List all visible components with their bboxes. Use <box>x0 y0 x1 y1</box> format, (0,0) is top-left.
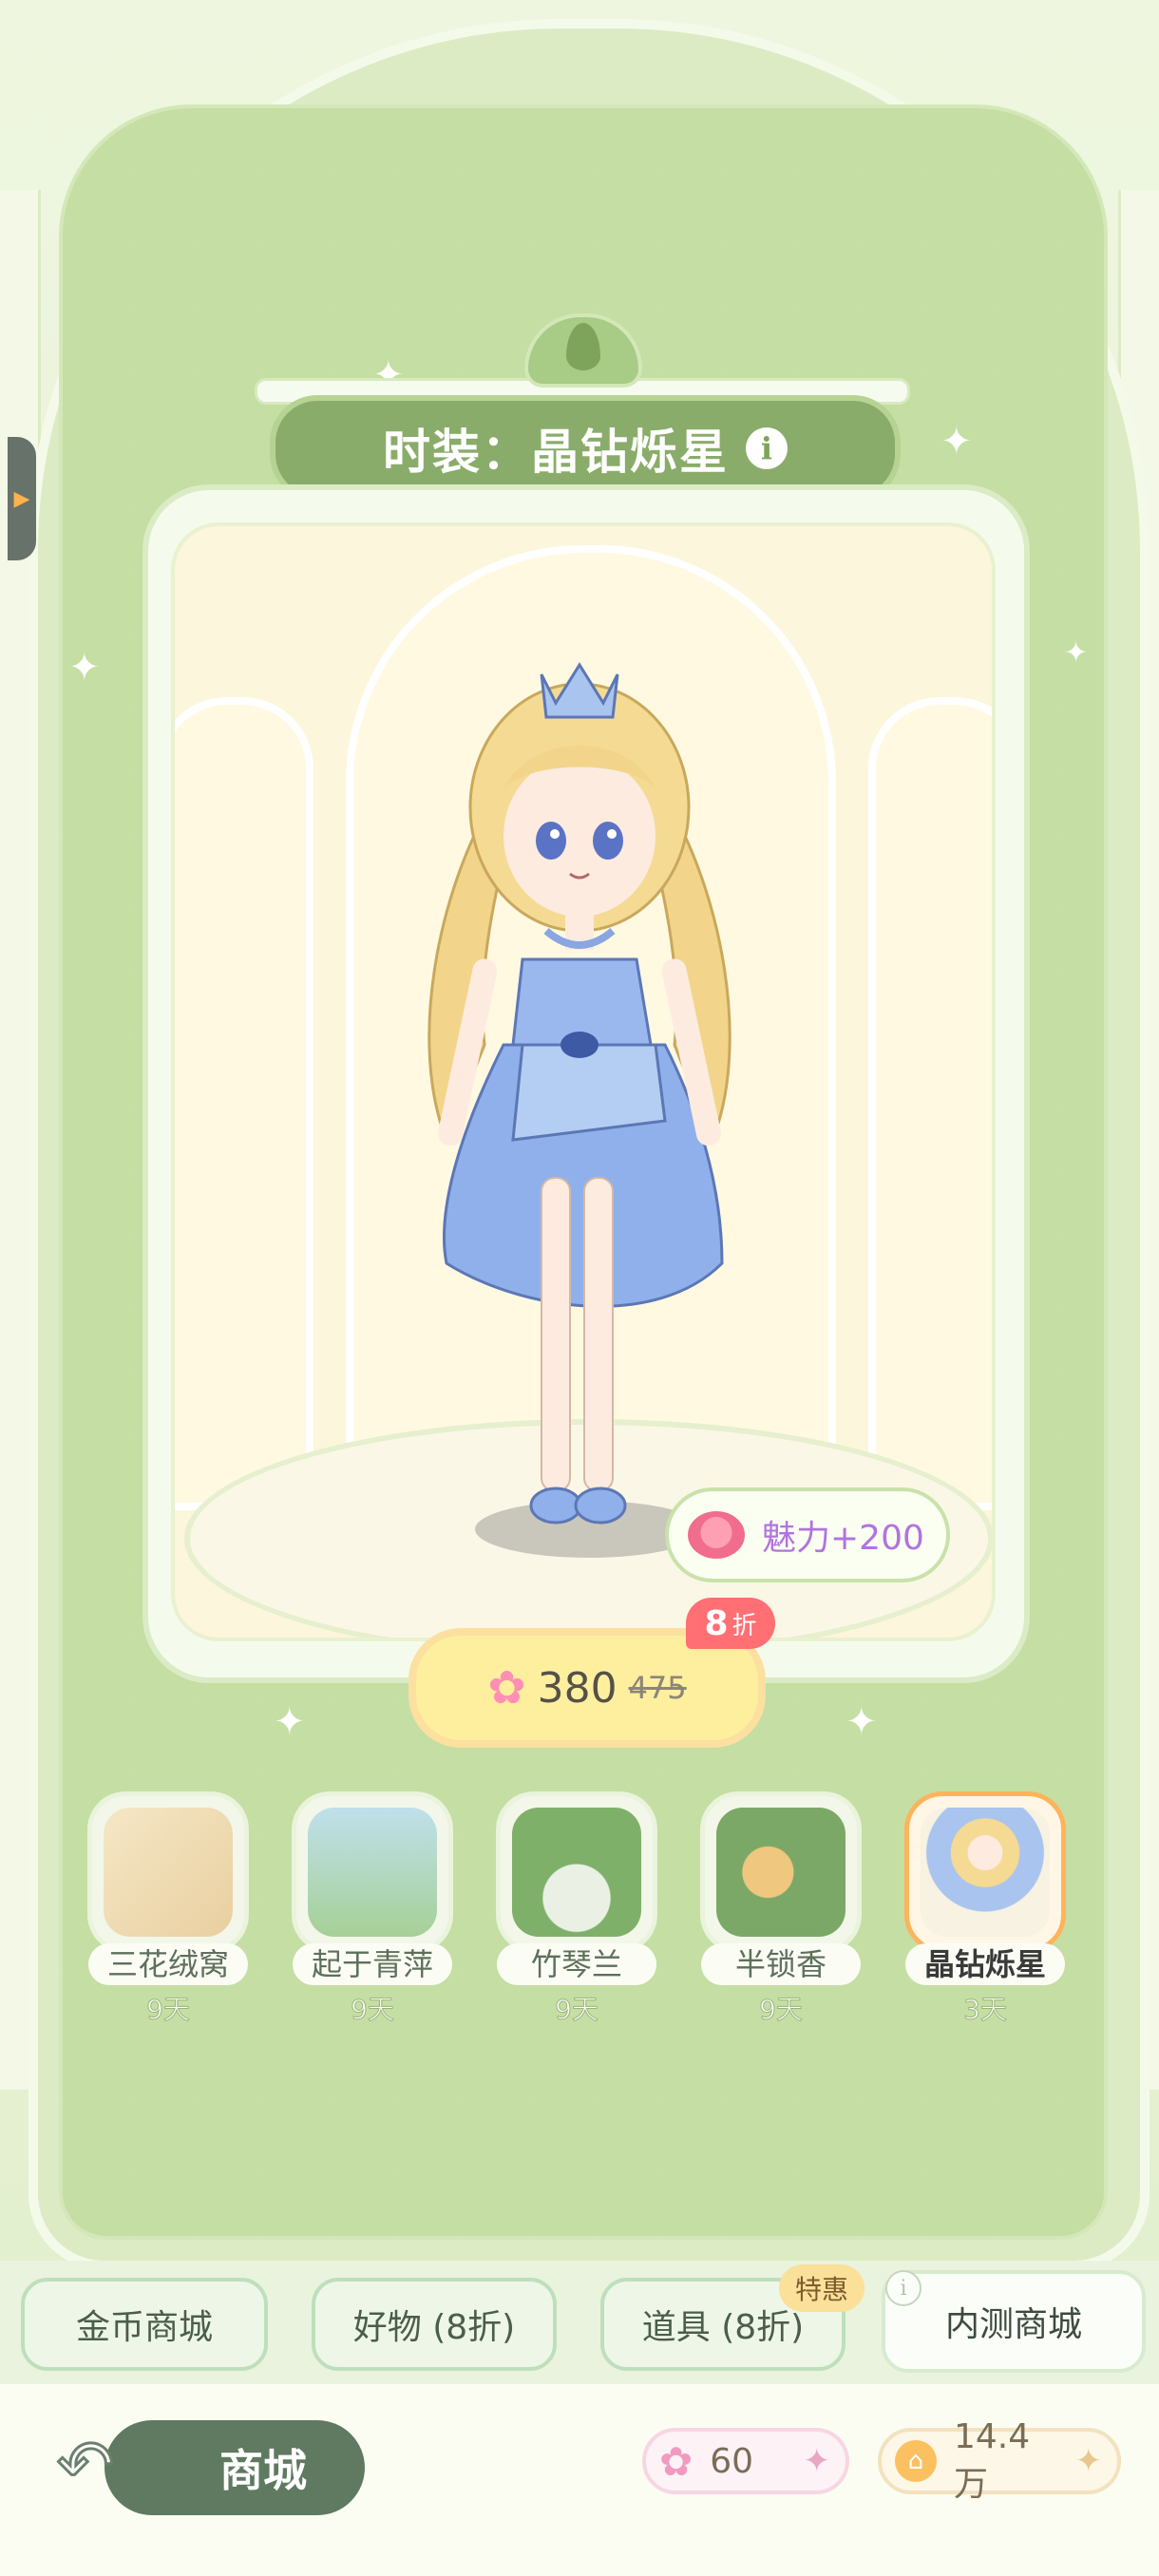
furniture-set-image <box>104 1808 233 1937</box>
item-name: 晶钻烁星 <box>905 1943 1065 1985</box>
item-name: 三花绒窝 <box>88 1943 248 1985</box>
coin-currency: ⌂ 14.4万 ✦ <box>878 2417 1121 2504</box>
back-label: 商城 <box>219 2445 307 2496</box>
item-name: 半锁香 <box>701 1943 861 1985</box>
item-name: 起于青萍 <box>293 1943 452 1985</box>
flower-image <box>716 1808 846 1937</box>
item-card[interactable]: 三花绒窝 9天 <box>87 1791 249 2027</box>
info-icon[interactable]: i <box>746 427 788 469</box>
discount-unit: 折 <box>732 1611 757 1640</box>
item-duration: 9天 <box>146 1994 191 2026</box>
item-thumbnail <box>700 1791 862 1953</box>
outfit-image <box>921 1808 1050 1937</box>
item-duration: 9天 <box>759 1994 804 2026</box>
window-arch-left <box>175 697 314 1510</box>
item-carousel: 三花绒窝 9天 起于青萍 9天 竹琴兰 9天 半锁香 9天 晶钻烁星 3天 <box>87 1791 1075 2026</box>
item-thumbnail <box>87 1791 249 1953</box>
star-currency-icon: ✿ <box>487 1661 526 1714</box>
item-thumbnail <box>292 1791 453 1953</box>
item-card[interactable]: 起于青萍 9天 <box>292 1791 453 2027</box>
discount-badge: 8 折 <box>686 1598 775 1649</box>
charm-badge: 魅力+200 <box>665 1487 950 1582</box>
info-icon[interactable]: i <box>885 2270 922 2306</box>
star-currency-icon: ✿ <box>659 2437 694 2485</box>
item-duration: 3天 <box>963 1994 1008 2026</box>
sparkle-icon: ✦ <box>68 646 101 690</box>
item-duration: 9天 <box>555 1994 599 2026</box>
star-currency: ✿ 60 ✦ <box>642 2428 849 2494</box>
star-balance: 60 <box>710 2441 754 2481</box>
item-duration: 9天 <box>351 1994 395 2026</box>
add-coins-icon[interactable]: ✦ <box>1075 2442 1103 2480</box>
discount-number: 8 <box>704 1603 729 1643</box>
charm-value: 魅力+200 <box>762 1519 924 1558</box>
item-thumbnail <box>904 1791 1066 1953</box>
window-arch-right <box>868 697 992 1510</box>
add-stars-icon[interactable]: ✦ <box>804 2442 831 2480</box>
sparkle-icon: ✦ <box>846 1700 878 1744</box>
character-preview <box>428 662 732 1558</box>
price-original: 475 <box>628 1670 687 1706</box>
price-current: 380 <box>537 1663 618 1713</box>
item-thumbnail <box>496 1791 657 1953</box>
back-arrow-icon[interactable]: ↶ <box>48 2422 124 2508</box>
landscape-image <box>308 1808 437 1937</box>
special-offer-badge: 特惠 <box>779 2264 864 2312</box>
item-name: 竹琴兰 <box>497 1943 656 1985</box>
page-title: 时装：晶钻烁星 <box>383 425 729 480</box>
sparkle-icon: ✦ <box>274 1700 306 1744</box>
back-button[interactable]: 商城 <box>104 2420 365 2515</box>
item-card-selected[interactable]: 晶钻烁星 3天 <box>904 1791 1066 2027</box>
coin-balance: 14.4万 <box>954 2416 1031 2504</box>
side-drawer-tab[interactable]: ▶ <box>8 437 36 560</box>
item-card[interactable]: 半锁香 9天 <box>700 1791 862 2027</box>
orchid-instrument-image <box>512 1808 641 1937</box>
tab-goods[interactable]: 好物 (8折) <box>312 2278 557 2371</box>
item-card[interactable]: 竹琴兰 9天 <box>496 1791 657 2027</box>
tab-gold-shop[interactable]: 金币商城 <box>21 2278 268 2371</box>
coin-icon: ⌂ <box>895 2440 937 2482</box>
rose-icon <box>688 1511 745 1559</box>
sparkle-icon: ✦ <box>1064 636 1089 670</box>
sparkle-icon: ✦ <box>940 420 973 464</box>
